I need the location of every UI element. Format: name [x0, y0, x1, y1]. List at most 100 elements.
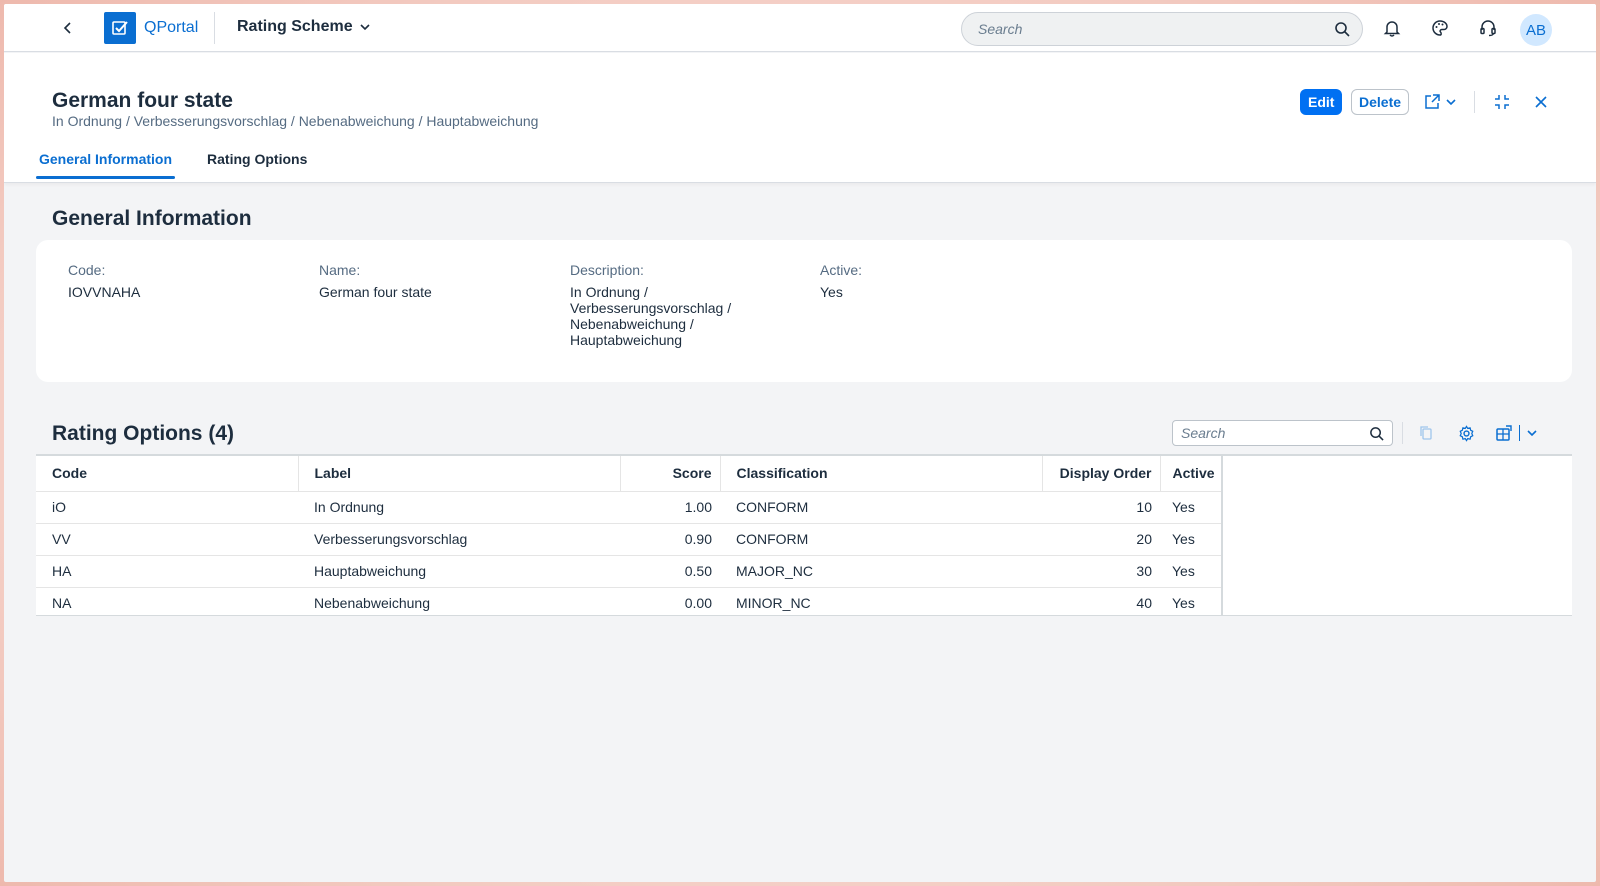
export-menu-button[interactable]	[1495, 422, 1545, 444]
headset-icon	[1480, 20, 1496, 37]
page-title: German four state	[52, 89, 233, 112]
cell-active: Yes	[1160, 522, 1221, 555]
name-field: Name: German four state	[319, 262, 432, 300]
active-value: Yes	[820, 284, 843, 300]
table-search[interactable]	[1172, 420, 1393, 446]
notifications-button[interactable]	[1380, 16, 1404, 40]
chevron-down-icon	[1446, 99, 1456, 106]
general-information-heading: General Information	[52, 207, 252, 230]
cell-code: iO	[36, 490, 298, 523]
table-search-input[interactable]	[1181, 425, 1369, 441]
app-logo[interactable]	[104, 12, 136, 44]
description-line-1: In Ordnung /	[570, 284, 648, 300]
cell-label: Verbesserungsvorschlag	[298, 522, 620, 555]
cell-score: 1.00	[620, 490, 720, 523]
exit-fullscreen-icon	[1495, 95, 1509, 109]
active-field: Active: Yes	[820, 262, 862, 300]
cell-classification: CONFORM	[720, 522, 1042, 555]
cell-label: Hauptabweichung	[298, 554, 620, 587]
rating-options-table: Code Label Score Classification Display …	[36, 454, 1572, 619]
table-row[interactable]: iO In Ordnung 1.00 CONFORM 10 Yes	[36, 490, 1221, 523]
chevron-down-icon	[1527, 430, 1537, 437]
user-avatar[interactable]: AB	[1520, 14, 1552, 46]
theme-button[interactable]	[1428, 16, 1452, 40]
cell-classification: MINOR_NC	[720, 586, 1042, 619]
shell-divider	[214, 12, 215, 44]
search-icon[interactable]	[1334, 21, 1350, 37]
active-label: Active:	[820, 262, 863, 278]
table-row[interactable]: VV Verbesserungsvorschlag 0.90 CONFORM 2…	[36, 522, 1221, 555]
cell-active: Yes	[1160, 586, 1221, 619]
cell-display-order: 40	[1042, 586, 1160, 619]
shell-bar: QPortal Rating Scheme AB	[4, 4, 1596, 52]
page-subtitle: In Ordnung / Verbesserungsvorschlag / Ne…	[52, 113, 539, 129]
brand-name[interactable]: QPortal	[144, 19, 198, 37]
code-label: Code:	[68, 262, 106, 278]
cell-display-order: 30	[1042, 554, 1160, 587]
object-header: German four state In Ordnung / Verbesser…	[4, 53, 1596, 183]
cell-display-order: 20	[1042, 522, 1160, 555]
edit-button[interactable]: Edit	[1300, 89, 1343, 115]
cell-code: VV	[36, 522, 298, 555]
cell-code: NA	[36, 586, 298, 619]
general-information-card: Code: IOVVNAHA Name: German four state D…	[36, 240, 1572, 382]
table-header-row: Code Label Score Classification Display …	[36, 456, 1221, 491]
close-icon	[1535, 96, 1547, 108]
cell-label: Nebenabweichung	[298, 586, 620, 619]
share-menu-button[interactable]	[1420, 90, 1460, 114]
header-divider	[1474, 91, 1475, 113]
cell-score: 0.00	[620, 586, 720, 619]
column-header-score[interactable]: Score	[620, 456, 721, 491]
copy-button[interactable]	[1415, 422, 1437, 444]
cell-classification: CONFORM	[720, 490, 1042, 523]
support-button[interactable]	[1476, 16, 1500, 40]
code-value: IOVVNAHA	[68, 284, 141, 300]
column-header-code[interactable]: Code	[36, 456, 299, 491]
table-settings-button[interactable]	[1455, 422, 1477, 444]
app-title-label: Rating Scheme	[237, 18, 353, 35]
cell-active: Yes	[1160, 554, 1221, 587]
description-label: Description:	[570, 262, 644, 278]
toolbar-divider	[1402, 422, 1403, 444]
description-line-2: Verbesserungsvorschlag /	[570, 300, 732, 316]
cell-display-order: 10	[1042, 490, 1160, 523]
global-search[interactable]	[961, 12, 1363, 46]
tab-general-information[interactable]: General Information	[36, 145, 176, 179]
tab-rating-options[interactable]: Rating Options	[204, 145, 310, 179]
cell-label: In Ordnung	[298, 490, 620, 523]
global-search-input[interactable]	[978, 21, 1334, 37]
share-icon	[1425, 94, 1440, 109]
name-value: German four state	[319, 284, 432, 300]
column-header-display-order[interactable]: Display Order	[1042, 456, 1161, 491]
name-label: Name:	[319, 262, 361, 278]
column-header-classification[interactable]: Classification	[720, 456, 1043, 491]
cell-code: HA	[36, 554, 298, 587]
close-button[interactable]	[1529, 90, 1553, 114]
cell-classification: MAJOR_NC	[720, 554, 1042, 587]
cell-score: 0.50	[620, 554, 720, 587]
search-icon[interactable]	[1369, 426, 1384, 441]
app-window: QPortal Rating Scheme AB German four sta…	[4, 4, 1596, 882]
column-header-active[interactable]: Active	[1160, 456, 1221, 491]
exit-fullscreen-button[interactable]	[1490, 90, 1514, 114]
delete-button[interactable]: Delete	[1351, 89, 1410, 115]
gear-icon	[1458, 424, 1474, 442]
tab-bar: General Information Rating Options	[36, 145, 339, 179]
copy-icon	[1420, 426, 1432, 440]
export-spreadsheet-icon	[1496, 425, 1512, 441]
description-line-3: Nebenabweichung /	[570, 316, 694, 332]
palette-icon	[1432, 20, 1448, 36]
back-button[interactable]	[56, 16, 80, 40]
column-header-label[interactable]: Label	[298, 456, 621, 491]
chevron-left-icon	[63, 22, 71, 34]
code-field: Code: IOVVNAHA	[68, 262, 140, 300]
chevron-down-icon	[360, 24, 370, 31]
description-line-4: Hauptabweichung	[570, 332, 683, 348]
checklist-logo-icon	[112, 21, 128, 35]
table-row[interactable]: HA Hauptabweichung 0.50 MAJOR_NC 30 Yes	[36, 554, 1221, 587]
cell-active: Yes	[1160, 490, 1221, 523]
table-row[interactable]: NA Nebenabweichung 0.00 MINOR_NC 40 Yes	[36, 586, 1221, 619]
description-field: Description: In Ordnung / Verbesserungsv…	[570, 262, 731, 348]
app-title-menu[interactable]: Rating Scheme	[237, 18, 371, 36]
export-divider	[1519, 425, 1520, 441]
